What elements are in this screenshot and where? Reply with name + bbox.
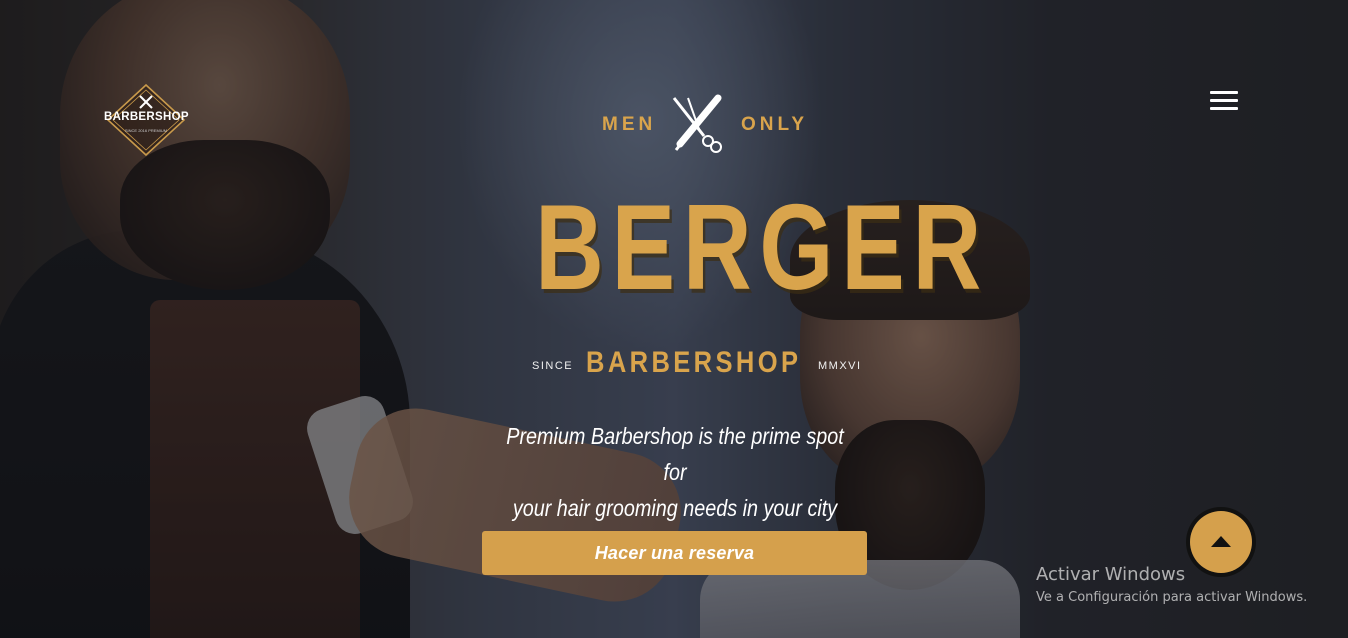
tagline-row: MEN ONLY <box>560 92 840 158</box>
description-line-2: your hair grooming needs in your city <box>512 495 838 521</box>
arrow-up-icon <box>1211 536 1231 547</box>
brand-title: BERGER <box>535 179 990 315</box>
watermark-title: Activar Windows <box>1036 564 1186 585</box>
tagline-men: MEN <box>602 114 657 135</box>
hero-description: Premium Barbershop is the prime spot for… <box>499 418 852 526</box>
year-roman: MMXVI <box>818 360 862 372</box>
site-logo[interactable]: BARBERSHOP SINCE 2016 PREMIUM <box>104 84 188 156</box>
book-appointment-button[interactable]: Hacer una reserva <box>482 531 867 575</box>
windows-activation-watermark: Activar Windows Ve a Configuración para … <box>1036 564 1336 609</box>
logo-subtext: SINCE 2016 PREMIUM <box>124 128 168 133</box>
since-label: SINCE <box>532 360 574 372</box>
razor-scissors-icon <box>672 94 722 153</box>
hamburger-menu-icon[interactable] <box>1206 88 1242 114</box>
tagline-only: ONLY <box>741 114 809 135</box>
since-row: SINCE BARBERSHOP MMXVI <box>520 346 870 386</box>
description-line-1: Premium Barbershop is the prime spot for <box>506 423 844 485</box>
logo-text: BARBERSHOP <box>104 111 189 123</box>
barbershop-subtitle: BARBERSHOP <box>586 346 802 379</box>
watermark-subtitle: Ve a Configuración para activar Windows. <box>1036 590 1308 605</box>
